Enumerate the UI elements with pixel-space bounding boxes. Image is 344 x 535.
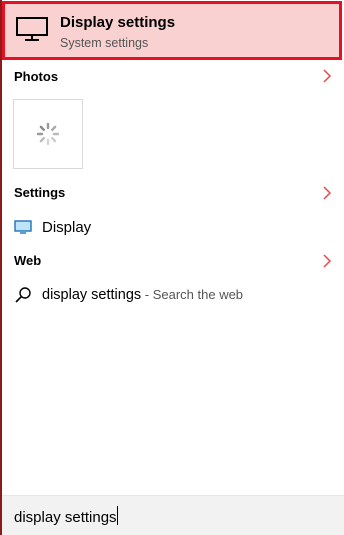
best-match-title: Display settings [60, 14, 176, 31]
web-result-hint: Search the web [152, 287, 244, 302]
left-edge-accent [0, 0, 2, 535]
chevron-right-icon[interactable] [322, 253, 332, 269]
web-result-separator: - [141, 287, 153, 302]
photo-thumbnail[interactable] [13, 99, 83, 169]
chevron-right-icon[interactable] [322, 185, 332, 201]
section-header-settings[interactable]: Settings [14, 185, 65, 200]
search-box[interactable] [2, 495, 344, 535]
settings-result-label: Display [42, 219, 92, 236]
text-caret [117, 506, 118, 525]
chevron-right-icon[interactable] [322, 68, 332, 84]
best-match-subtitle: System settings [60, 36, 149, 50]
settings-result-display[interactable]: Display [12, 215, 332, 241]
best-match-display-settings[interactable]: Display settings System settings [2, 1, 342, 60]
monitor-icon [16, 17, 48, 41]
display-icon [14, 220, 32, 234]
web-result-query: display settings [42, 287, 142, 303]
web-search-result[interactable]: display settings - Search the web [12, 284, 332, 308]
section-header-photos[interactable]: Photos [14, 69, 58, 84]
section-header-web[interactable]: Web [14, 253, 41, 268]
search-input[interactable] [14, 506, 334, 528]
search-icon [15, 287, 31, 303]
loading-spinner-icon [36, 122, 60, 146]
